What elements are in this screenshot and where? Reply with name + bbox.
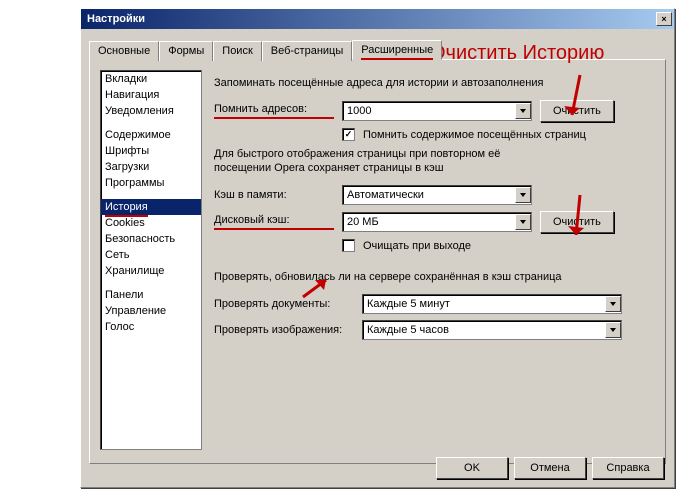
clear-on-exit-label: Очищать при выходе — [363, 240, 471, 252]
titlebar: Настройки × — [81, 9, 674, 29]
disk-cache-label: Дисковый кэш: — [214, 214, 334, 230]
chevron-down-icon[interactable] — [605, 322, 621, 338]
sidebar-item[interactable]: Шрифты — [101, 143, 201, 159]
chevron-down-icon[interactable] — [605, 296, 621, 312]
clear-history-button[interactable]: Очистить — [540, 100, 614, 122]
remember-content-checkbox[interactable] — [342, 128, 355, 141]
tab-osnovnye[interactable]: Основные — [89, 41, 159, 61]
sidebar-item[interactable]: Содержимое — [101, 127, 201, 143]
cancel-button[interactable]: Отмена — [514, 457, 586, 479]
sidebar-item-history[interactable]: История — [101, 199, 201, 215]
clear-on-exit-checkbox[interactable] — [342, 239, 355, 252]
close-icon[interactable]: × — [656, 12, 672, 26]
remember-content-label: Помнить содержимое посещённых страниц — [363, 129, 586, 141]
remember-label: Помнить адресов: — [214, 103, 334, 119]
check-docs-label: Проверять документы: — [214, 298, 354, 310]
chevron-down-icon[interactable] — [515, 187, 531, 203]
check-images-label: Проверять изображения: — [214, 324, 354, 336]
sidebar-item[interactable]: Cookies — [101, 215, 201, 231]
tab-formy[interactable]: Формы — [159, 41, 213, 61]
sidebar-item[interactable]: Уведомления — [101, 103, 201, 119]
sidebar-item[interactable]: Вкладки — [101, 71, 201, 87]
chevron-down-icon[interactable] — [515, 103, 531, 119]
sidebar-item[interactable]: Голос — [101, 319, 201, 335]
sidebar-item[interactable]: Сеть — [101, 247, 201, 263]
check-docs-dropdown[interactable]: Каждые 5 минут — [362, 294, 622, 314]
tab-poisk[interactable]: Поиск — [213, 41, 261, 61]
ok-button[interactable]: OK — [436, 457, 508, 479]
cache-desc: Для быстрого отображения страницы при по… — [214, 147, 655, 175]
check-desc: Проверять, обновилась ли на сервере сохр… — [214, 270, 655, 284]
remember-addresses-dropdown[interactable]: 1000 — [342, 101, 532, 121]
sidebar-item[interactable]: Программы — [101, 175, 201, 191]
sidebar-item[interactable]: Панели — [101, 287, 201, 303]
dialog-buttons: OK Отмена Справка — [436, 457, 664, 479]
sidebar-item[interactable]: Управление — [101, 303, 201, 319]
window-title: Настройки — [87, 13, 656, 25]
clear-cache-button[interactable]: Очистить — [540, 211, 614, 233]
memory-cache-dropdown[interactable]: Автоматически — [342, 185, 532, 205]
tab-veb[interactable]: Веб-страницы — [262, 41, 353, 61]
check-images-dropdown[interactable]: Каждые 5 часов — [362, 320, 622, 340]
memory-cache-label: Кэш в памяти: — [214, 189, 334, 201]
sidebar-item[interactable]: Навигация — [101, 87, 201, 103]
sidebar-item[interactable]: Загрузки — [101, 159, 201, 175]
help-button[interactable]: Справка — [592, 457, 664, 479]
category-sidebar[interactable]: Вкладки Навигация Уведомления Содержимое… — [100, 70, 202, 450]
tab-rasshirennye[interactable]: Расширенные — [352, 40, 442, 60]
panel: Вкладки Навигация Уведомления Содержимое… — [89, 59, 666, 464]
disk-cache-dropdown[interactable]: 20 МБ — [342, 212, 532, 232]
settings-window: Настройки × Основные Формы Поиск Веб-стр… — [80, 8, 675, 488]
content-area: Запоминать посещённые адреса для истории… — [214, 70, 655, 453]
tab-strip: Основные Формы Поиск Веб-страницы Расшир… — [89, 39, 666, 59]
remember-desc: Запоминать посещённые адреса для истории… — [214, 76, 655, 90]
chevron-down-icon[interactable] — [515, 214, 531, 230]
sidebar-item[interactable]: Хранилище — [101, 263, 201, 279]
sidebar-item[interactable]: Безопасность — [101, 231, 201, 247]
